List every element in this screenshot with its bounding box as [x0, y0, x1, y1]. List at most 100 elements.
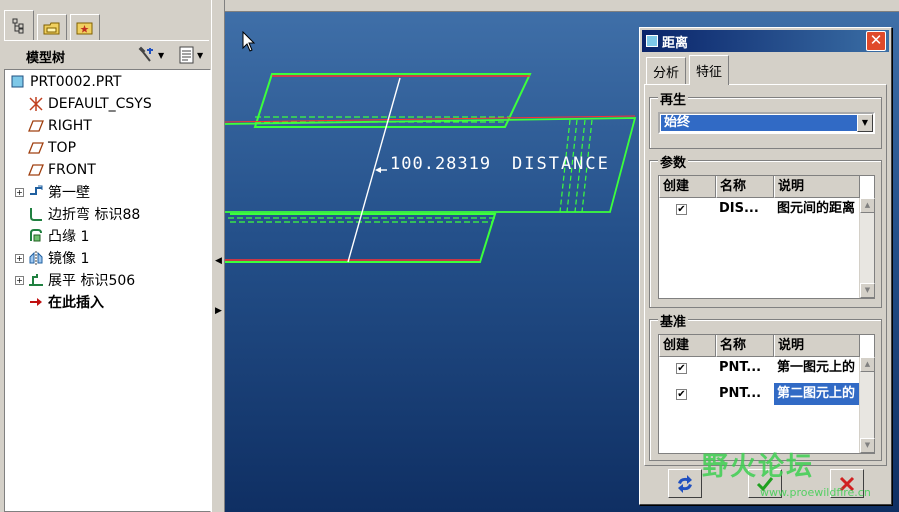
close-icon: ✕ [869, 31, 883, 49]
window-icon [646, 35, 658, 47]
tree-item-root-part[interactable]: PRT0002.PRT [9, 71, 122, 93]
tree-item-label: FRONT [48, 162, 96, 178]
tree-item-right-plane[interactable]: RIGHT [27, 115, 92, 137]
datum-description-cell[interactable]: 第一图元上的 [774, 357, 860, 379]
parameters-scrollbar[interactable]: ▲ ▼ [859, 198, 875, 298]
model-tree-header: 模型树 ▼ ▼ [4, 40, 209, 68]
tree-item-first-wall[interactable]: + 第一壁 [15, 181, 90, 203]
repeat-analysis-button[interactable] [668, 469, 702, 498]
first-wall-icon [27, 184, 45, 200]
insert-here-arrow-icon [27, 294, 45, 310]
tree-item-label: DEFAULT_CSYS [48, 96, 152, 112]
dimension-value: 100.28319 [390, 154, 492, 174]
graphics-toolbar-strip [225, 0, 899, 12]
scroll-up-icon[interactable]: ▲ [860, 198, 875, 213]
list-view-icon [179, 46, 194, 64]
datums-scrollbar[interactable]: ▲ ▼ [859, 357, 875, 453]
tree-item-top-plane[interactable]: TOP [27, 137, 76, 159]
expand-plus-icon[interactable]: + [15, 275, 24, 285]
tab-feature[interactable]: 特征 [689, 55, 730, 85]
datum-plane-icon [27, 118, 45, 134]
datum-name-cell[interactable]: PNT... [716, 357, 774, 379]
model-tree: PRT0002.PRT DEFAULT_CSYS RIGHT TOP FRONT… [4, 69, 211, 512]
tree-item-insert-here[interactable]: 在此插入 [27, 291, 104, 313]
csys-icon [27, 96, 45, 112]
parameters-label: 参数 [658, 152, 689, 171]
scroll-down-icon[interactable]: ▼ [860, 438, 875, 453]
panel-splitter[interactable]: ◀ ▶ [211, 0, 225, 512]
tree-item-csys[interactable]: DEFAULT_CSYS [27, 93, 152, 115]
chevron-down-icon: ▼ [197, 50, 204, 60]
column-header-create[interactable]: 创建 [659, 335, 716, 357]
tree-item-label: RIGHT [48, 118, 92, 134]
parameters-table: 创建 名称 说明 ✔ DIS... 图元间的距离 ▲ ▼ [658, 175, 875, 299]
watermark-logo: 野火论坛 [702, 452, 815, 482]
regenerate-label: 再生 [658, 89, 689, 108]
feature-tab-panel: 再生 始终 ▼ 参数 创建 名称 说明 ✔ DIS... 图元间的距离 ▲ ▼ [644, 84, 887, 466]
column-header-description[interactable]: 说明 [774, 335, 860, 357]
tree-item-front-plane[interactable]: FRONT [27, 159, 96, 181]
tree-item-label: 凸缘 1 [48, 229, 90, 245]
column-header-description[interactable]: 说明 [774, 176, 860, 198]
tree-item-label: 镜像 1 [48, 251, 90, 267]
datum-name-cell[interactable]: PNT... [716, 383, 774, 405]
tab-analysis[interactable]: 分析 [646, 57, 687, 84]
expand-plus-icon[interactable]: + [15, 253, 24, 263]
regenerate-select[interactable]: 始终 ▼ [658, 112, 875, 134]
model-tree-title: 模型树 [26, 51, 66, 66]
tree-item-label: 展平 标识506 [48, 273, 136, 289]
navigator-tabs [4, 10, 209, 40]
flange-icon [27, 228, 45, 244]
favorites-icon [76, 22, 93, 34]
parameters-group: 参数 创建 名称 说明 ✔ DIS... 图元间的距离 ▲ ▼ [649, 152, 882, 308]
chevron-down-icon[interactable]: ▼ [857, 114, 873, 132]
chevron-down-icon: ▼ [158, 50, 165, 60]
column-header-name[interactable]: 名称 [716, 335, 774, 357]
tools-icon [138, 46, 153, 62]
mouse-cursor-icon [242, 31, 256, 52]
model-tree-icon [12, 18, 24, 33]
create-checkbox[interactable]: ✔ [676, 389, 687, 400]
regenerate-group: 再生 始终 ▼ [649, 89, 882, 149]
param-description-cell[interactable]: 图元间的距离 [774, 198, 860, 220]
dialog-title: 距离 [662, 35, 689, 51]
tree-item-mirror[interactable]: + 镜像 1 [15, 247, 90, 269]
part-icon [9, 74, 27, 90]
unbend-icon [27, 272, 45, 288]
model-tree-panel: 模型树 ▼ ▼ PRT0002.PRT DEFAULT_CSYS RIGHT T… [0, 0, 213, 512]
expand-plus-icon[interactable]: + [15, 187, 24, 197]
tree-item-label: 在此插入 [48, 295, 104, 311]
create-checkbox[interactable]: ✔ [676, 363, 687, 374]
column-header-name[interactable]: 名称 [716, 176, 774, 198]
tree-item-unbend[interactable]: + 展平 标识506 [15, 269, 136, 291]
scroll-up-icon[interactable]: ▲ [860, 357, 875, 372]
close-button[interactable]: ✕ [866, 31, 886, 51]
edge-bend-icon [27, 206, 45, 222]
tab-folder-browser[interactable] [37, 14, 67, 40]
datum-description-cell-selected[interactable]: 第二图元上的 [774, 383, 860, 405]
param-name-cell[interactable]: DIS... [716, 198, 774, 220]
tree-show-button[interactable]: ▼ [179, 45, 203, 65]
tab-model-tree[interactable] [4, 10, 34, 40]
tab-label: 特征 [696, 65, 723, 80]
tab-favorites[interactable] [70, 14, 100, 40]
collapse-left-arrow-icon[interactable]: ◀ [215, 256, 222, 266]
dialog-titlebar[interactable]: 距离 ✕ [642, 30, 889, 52]
tree-item-edge-bend[interactable]: 边折弯 标识88 [27, 203, 140, 225]
scroll-down-icon[interactable]: ▼ [860, 283, 875, 298]
distance-dialog: 距离 ✕ 分析 特征 再生 始终 ▼ 参数 创建 名称 说明 ✔ DIS... … [639, 27, 892, 505]
tree-settings-button[interactable]: ▼ [138, 45, 164, 65]
expand-right-arrow-icon[interactable]: ▶ [215, 306, 222, 316]
watermark-url: www.proewildfire.cn [760, 486, 871, 499]
datums-group: 基准 创建 名称 说明 ✔ PNT... 第一图元上的 ✔ PNT... 第二图… [649, 311, 882, 461]
tree-item-label: 边折弯 标识88 [48, 207, 141, 223]
datums-table: 创建 名称 说明 ✔ PNT... 第一图元上的 ✔ PNT... 第二图元上的… [658, 334, 875, 454]
tree-item-label: PRT0002.PRT [30, 74, 122, 90]
mirror-icon [27, 250, 45, 266]
dimension-label: DISTANCE [512, 154, 610, 174]
create-checkbox[interactable]: ✔ [676, 204, 687, 215]
tree-item-flange[interactable]: 凸缘 1 [27, 225, 89, 247]
tab-label: 分析 [653, 65, 680, 81]
column-header-create[interactable]: 创建 [659, 176, 716, 198]
datum-plane-icon [27, 140, 45, 156]
